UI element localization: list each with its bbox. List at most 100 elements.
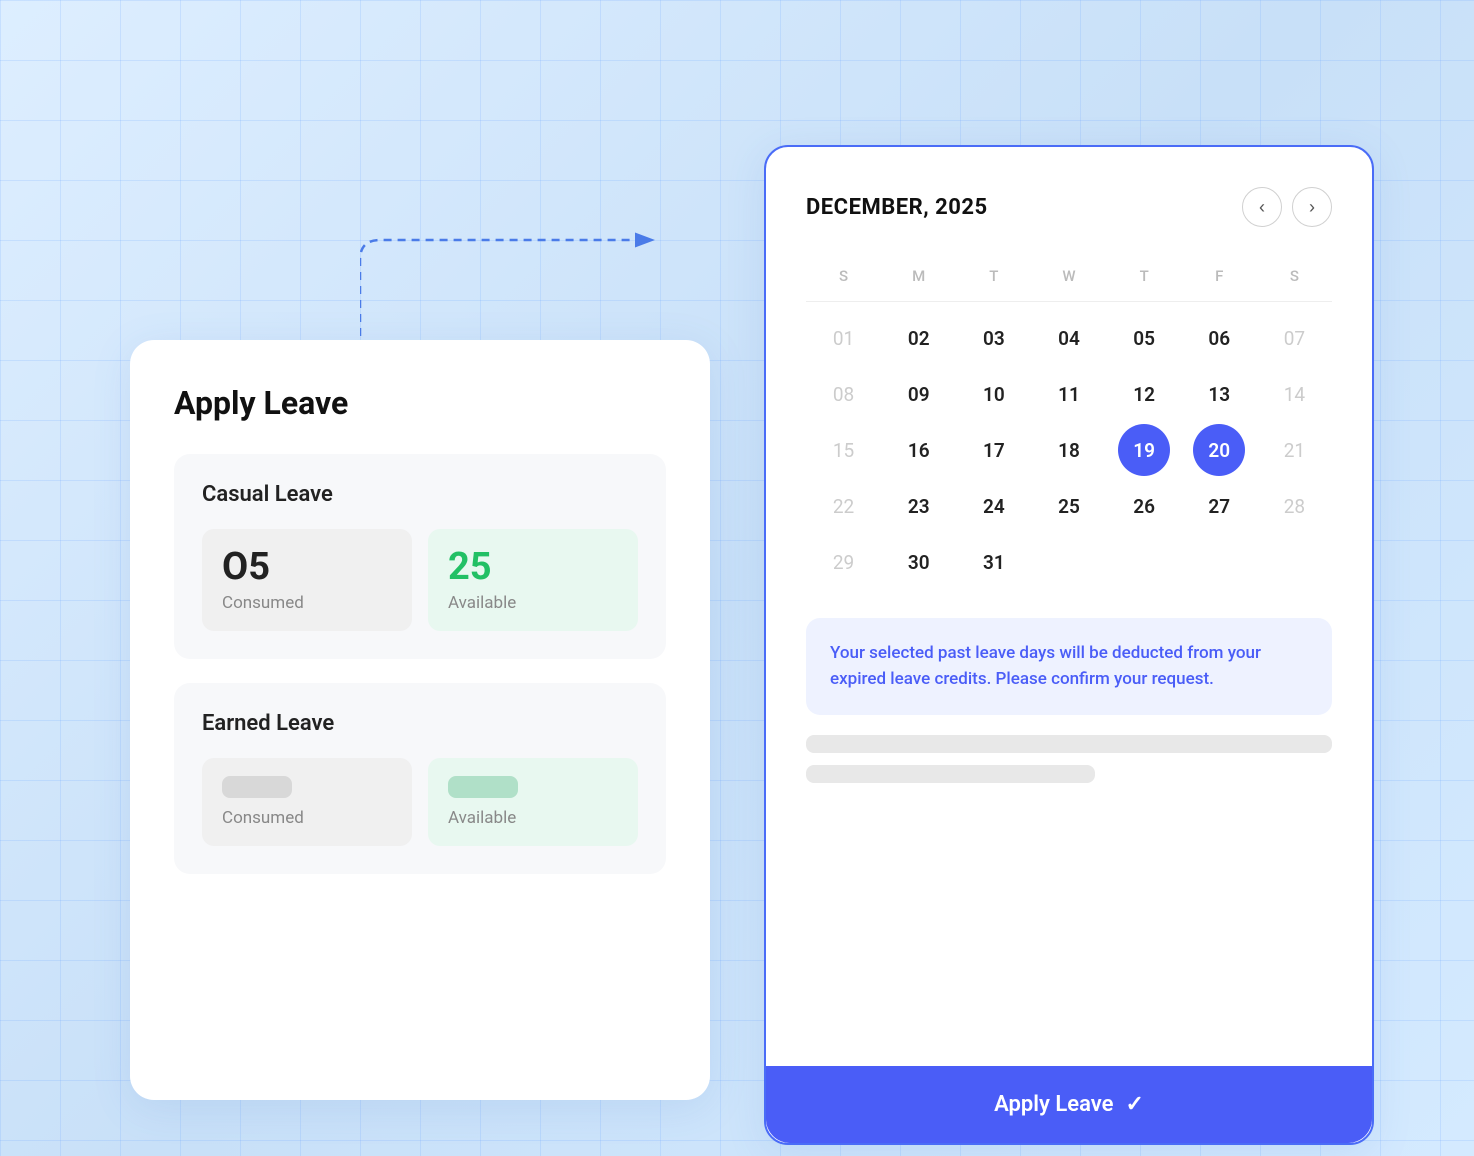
day-07[interactable]: 07 [1268, 312, 1320, 364]
day-cell-wrapper: 15 [806, 422, 881, 478]
day-empty4 [1268, 536, 1320, 588]
day-cell-wrapper: 30 [881, 534, 956, 590]
day-cell-wrapper: 02 [881, 310, 956, 366]
day-10[interactable]: 10 [968, 368, 1020, 420]
day-20[interactable]: 20 [1193, 424, 1245, 476]
checkmark-icon: ✓ [1125, 1092, 1143, 1117]
input-skeleton-1 [806, 735, 1332, 753]
earned-consumed-box: Consumed [202, 758, 412, 846]
day-cell-wrapper: 01 [806, 310, 881, 366]
casual-leave-card: Casual Leave O5 Consumed 25 Available [174, 454, 666, 659]
day-cell-wrapper: 27 [1182, 478, 1257, 534]
day-03[interactable]: 03 [968, 312, 1020, 364]
day-21[interactable]: 21 [1268, 424, 1320, 476]
day-17[interactable]: 17 [968, 424, 1020, 476]
day-30[interactable]: 30 [893, 536, 945, 588]
day-cell-wrapper: 12 [1107, 366, 1182, 422]
day-05[interactable]: 05 [1118, 312, 1170, 364]
day-cell-wrapper: 14 [1257, 366, 1332, 422]
day-02[interactable]: 02 [893, 312, 945, 364]
earned-consumed-label: Consumed [222, 808, 392, 828]
day-06[interactable]: 06 [1193, 312, 1245, 364]
day-cell-wrapper: 10 [956, 366, 1031, 422]
day-cell-wrapper: 29 [806, 534, 881, 590]
day-24[interactable]: 24 [968, 480, 1020, 532]
day-28[interactable]: 28 [1268, 480, 1320, 532]
input-skeleton-2 [806, 765, 1095, 783]
apply-leave-button-label: Apply Leave [994, 1092, 1113, 1117]
next-month-button[interactable]: › [1292, 187, 1332, 227]
day-header-m: M [881, 259, 956, 293]
day-14[interactable]: 14 [1268, 368, 1320, 420]
day-cell-wrapper: 31 [956, 534, 1031, 590]
day-18[interactable]: 18 [1043, 424, 1095, 476]
day-cell-wrapper: 09 [881, 366, 956, 422]
earned-available-box: Available [428, 758, 638, 846]
earned-available-skeleton [448, 776, 518, 798]
calendar-header: DECEMBER, 2025 ‹ › [806, 187, 1332, 227]
day-15[interactable]: 15 [818, 424, 870, 476]
day-cell-wrapper: 05 [1107, 310, 1182, 366]
day-09[interactable]: 09 [893, 368, 945, 420]
day-empty2 [1118, 536, 1170, 588]
day-19[interactable]: 19 [1118, 424, 1170, 476]
day-header-w: W [1031, 259, 1106, 293]
day-cell-wrapper: 06 [1182, 310, 1257, 366]
info-message-box: Your selected past leave days will be de… [806, 618, 1332, 715]
day-26[interactable]: 26 [1118, 480, 1170, 532]
day-cell-wrapper: 17 [956, 422, 1031, 478]
day-cell-wrapper: 25 [1031, 478, 1106, 534]
day-cell-wrapper: 21 [1257, 422, 1332, 478]
day-headers: S M T W T F S [806, 259, 1332, 293]
day-cell-wrapper: 20 [1182, 422, 1257, 478]
apply-leave-button[interactable]: Apply Leave ✓ [766, 1066, 1372, 1143]
day-29[interactable]: 29 [818, 536, 870, 588]
day-cell-wrapper: 28 [1257, 478, 1332, 534]
day-empty3 [1193, 536, 1245, 588]
day-16[interactable]: 16 [893, 424, 945, 476]
earned-consumed-skeleton [222, 776, 292, 798]
day-empty1 [1043, 536, 1095, 588]
panel-title: Apply Leave [174, 384, 666, 422]
day-cell-wrapper: 22 [806, 478, 881, 534]
day-11[interactable]: 11 [1043, 368, 1095, 420]
day-cell-wrapper: 16 [881, 422, 956, 478]
apply-leave-panel: Apply Leave Casual Leave O5 Consumed 25 … [130, 340, 710, 1100]
info-message-text: Your selected past leave days will be de… [830, 640, 1308, 693]
day-01[interactable]: 01 [818, 312, 870, 364]
prev-month-button[interactable]: ‹ [1242, 187, 1282, 227]
day-cell-wrapper [1257, 534, 1332, 590]
day-cell-wrapper: 19 [1107, 422, 1182, 478]
casual-available-value: 25 [448, 547, 618, 589]
day-23[interactable]: 23 [893, 480, 945, 532]
day-header-s1: S [806, 259, 881, 293]
day-cell-wrapper: 04 [1031, 310, 1106, 366]
earned-leave-title: Earned Leave [202, 711, 638, 736]
day-04[interactable]: 04 [1043, 312, 1095, 364]
day-header-f: F [1182, 259, 1257, 293]
day-13[interactable]: 13 [1193, 368, 1245, 420]
days-grid: 01 02 03 04 05 06 07 08 09 10 11 12 13 1… [806, 310, 1332, 590]
day-31[interactable]: 31 [968, 536, 1020, 588]
day-22[interactable]: 22 [818, 480, 870, 532]
casual-available-box: 25 Available [428, 529, 638, 631]
day-cell-wrapper: 26 [1107, 478, 1182, 534]
day-cell-wrapper: 18 [1031, 422, 1106, 478]
day-08[interactable]: 08 [818, 368, 870, 420]
day-25[interactable]: 25 [1043, 480, 1095, 532]
earned-available-label: Available [448, 808, 618, 828]
day-header-t1: T [956, 259, 1031, 293]
day-cell-wrapper: 13 [1182, 366, 1257, 422]
day-cell-wrapper: 08 [806, 366, 881, 422]
earned-leave-card: Earned Leave Consumed Available [174, 683, 666, 874]
day-cell-wrapper: 03 [956, 310, 1031, 366]
casual-leave-title: Casual Leave [202, 482, 638, 507]
day-27[interactable]: 27 [1193, 480, 1245, 532]
calendar-month-title: DECEMBER, 2025 [806, 195, 988, 220]
day-cell-wrapper [1107, 534, 1182, 590]
day-cell-wrapper: 11 [1031, 366, 1106, 422]
day-cell-wrapper [1182, 534, 1257, 590]
day-header-s2: S [1257, 259, 1332, 293]
casual-consumed-box: O5 Consumed [202, 529, 412, 631]
day-12[interactable]: 12 [1118, 368, 1170, 420]
